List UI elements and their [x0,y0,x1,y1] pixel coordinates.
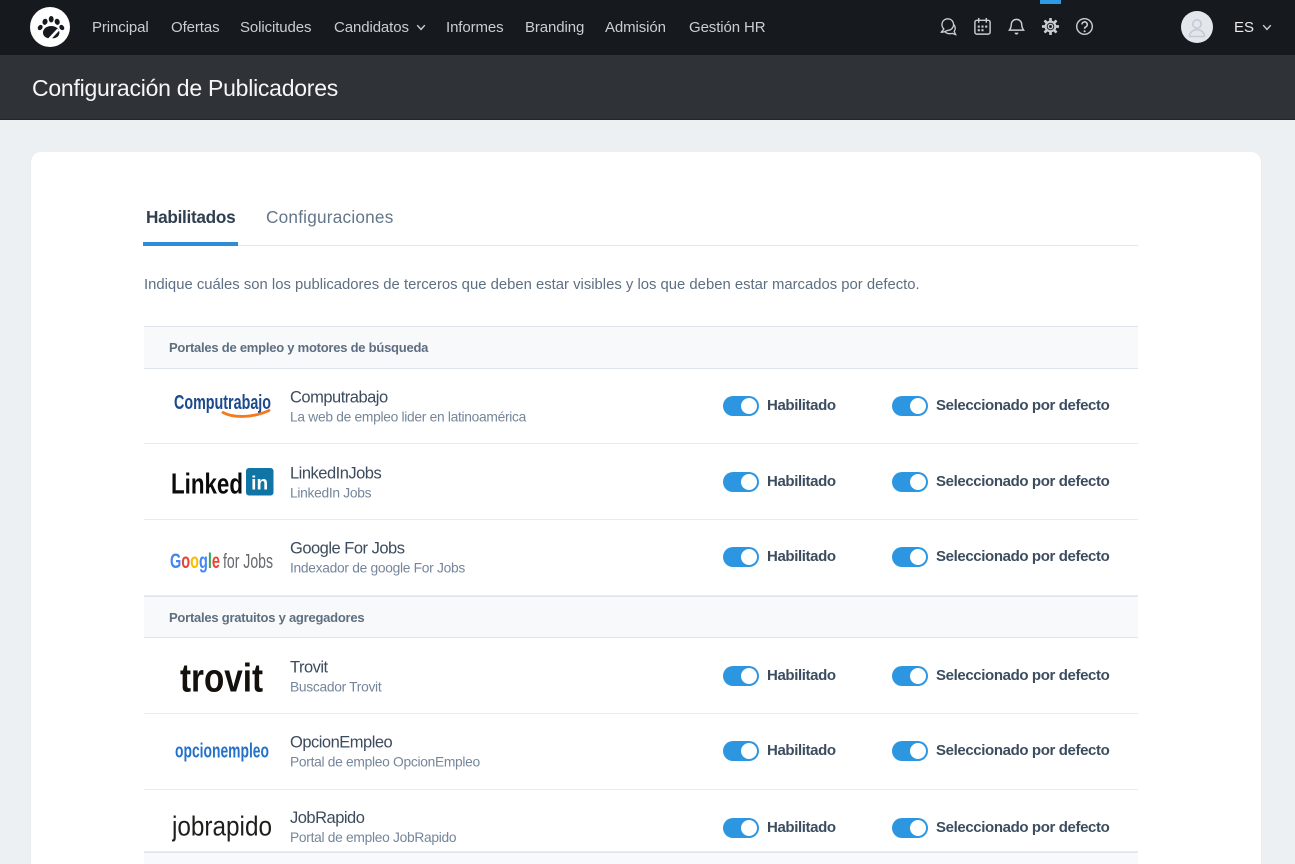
svg-text:Google: Google [170,549,220,573]
svg-text:trovit: trovit [180,658,263,696]
svg-text:in: in [251,474,268,495]
svg-text:opcionempleo: opcionempleo [175,740,269,763]
svg-text:Computrabajo: Computrabajo [174,391,271,414]
svg-text:for Jobs: for Jobs [223,551,273,573]
svg-text:Linked: Linked [171,468,243,497]
svg-text:jobrapido: jobrapido [172,812,272,841]
